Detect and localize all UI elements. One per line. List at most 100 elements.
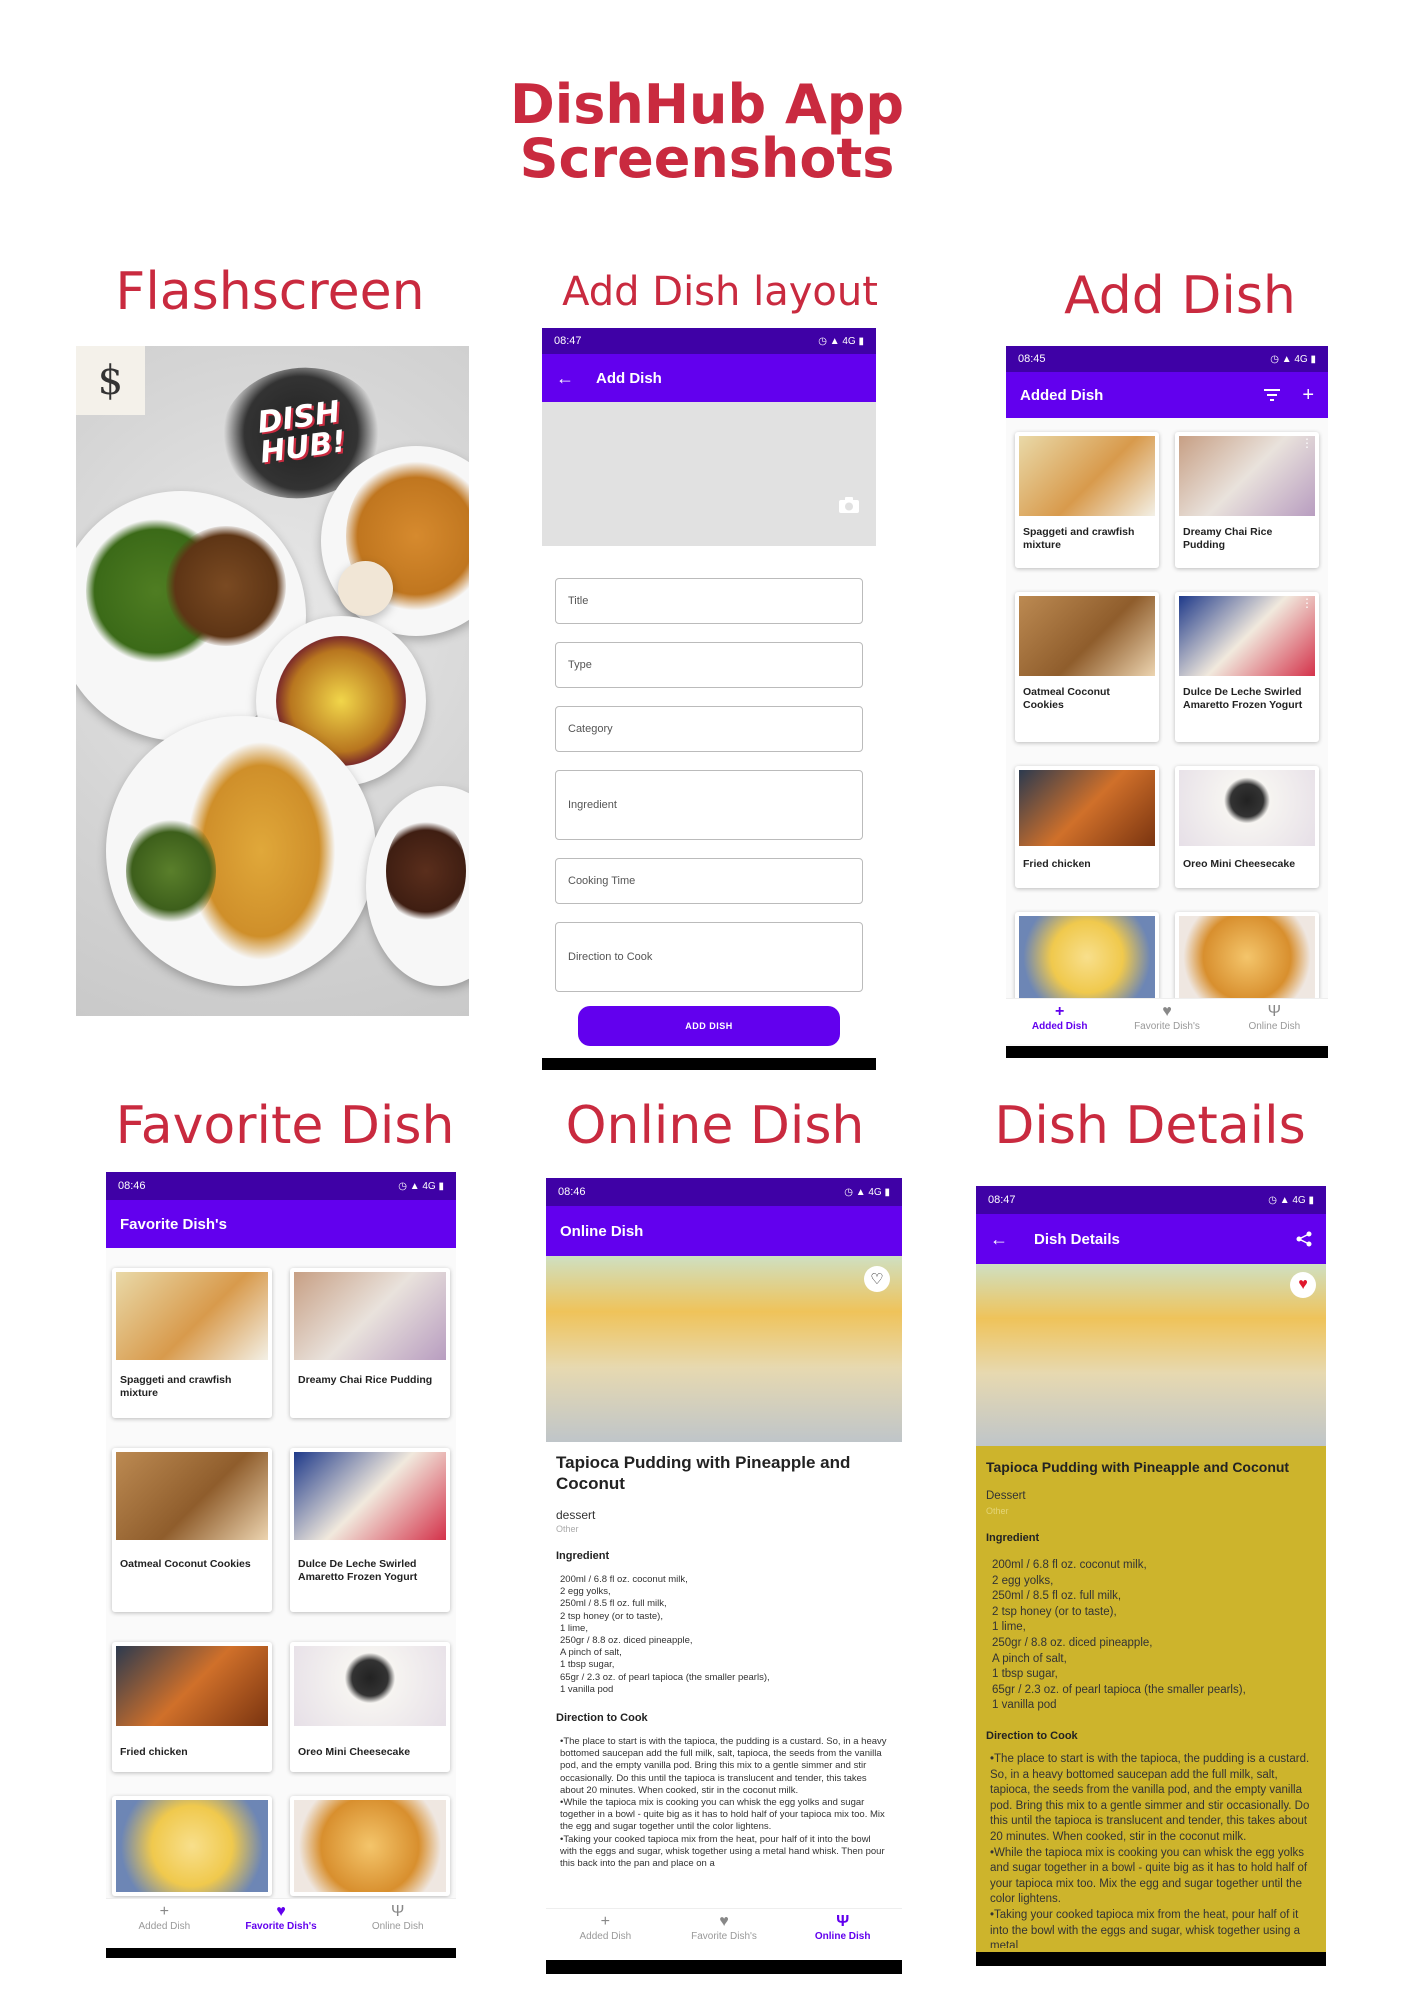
- cooking-time-field[interactable]: Cooking Time: [555, 858, 863, 904]
- dish-card[interactable]: Spaggeti and crawfish mixture: [1015, 432, 1159, 568]
- dish-card[interactable]: Oatmeal Coconut Cookies: [112, 1448, 272, 1612]
- salad-food: [126, 816, 216, 926]
- status-icons: ◷ ▲ 4G ▮: [398, 1180, 444, 1192]
- dish-card[interactable]: Oreo Mini Cheesecake: [1175, 766, 1319, 888]
- toolbar-title: Added Dish: [1020, 386, 1104, 404]
- dish-title: Fried chicken: [1023, 858, 1091, 870]
- filter-icon[interactable]: [1264, 389, 1281, 401]
- dish-card[interactable]: [112, 1796, 272, 1896]
- add-icon[interactable]: +: [1302, 384, 1314, 407]
- dish-card[interactable]: Spaggeti and crawfish mixture: [112, 1268, 272, 1418]
- more-vert-icon[interactable]: ⋮: [1301, 597, 1313, 609]
- add-dish-layout-screen: 08:47 ◷ ▲ 4G ▮ ← Add Dish Title Type Cat…: [542, 328, 876, 1070]
- category-field[interactable]: Category: [555, 706, 863, 752]
- nav-added-dish[interactable]: + Added Dish: [1006, 999, 1113, 1044]
- added-dish-screen: 08:45 ◷ ▲ 4G ▮ Added Dish + Spaggeti and…: [1006, 346, 1328, 1058]
- status-time: 08:45: [1018, 353, 1046, 365]
- dish-card[interactable]: Dulce De Leche Swirled Amaretto Frozen Y…: [290, 1448, 450, 1612]
- bottom-navigation: + Added Dish ♥ Favorite Dish's Ψ Online Dis…: [1006, 998, 1328, 1044]
- dish-card[interactable]: Fried chicken: [1015, 766, 1159, 888]
- toolbar: ← Dish Details: [976, 1214, 1326, 1264]
- dish-image: [1179, 770, 1315, 846]
- toolbar: Added Dish +: [1006, 372, 1328, 418]
- dish-details-screen: 08:47 ◷ ▲ 4G ▮ ← Dish Details ♥ Tapioca …: [976, 1186, 1326, 1966]
- sliced-meat-food: [386, 816, 466, 926]
- camera-icon[interactable]: [838, 496, 860, 514]
- system-nav-bar: [106, 1948, 456, 1958]
- dish-title: Dreamy Chai Rice Pudding: [1183, 526, 1273, 551]
- ingredient-heading: Ingredient: [556, 1550, 610, 1562]
- dish-hero-image: ♡: [546, 1256, 902, 1442]
- dish-title: Spaggeti and crawfish mixture: [1023, 526, 1135, 551]
- nav-label: Favorite Dish's: [691, 1931, 757, 1942]
- dish-title: Oatmeal Coconut Cookies: [1023, 686, 1110, 711]
- heart-icon[interactable]: ♡: [864, 1266, 890, 1292]
- add-dish-button[interactable]: ADD DISH: [578, 1006, 840, 1046]
- section-label-add-dish: Add Dish: [1064, 266, 1296, 326]
- nav-favorite-dish[interactable]: ♥ Favorite Dish's: [665, 1909, 784, 1960]
- dish-card[interactable]: Fried chicken: [112, 1642, 272, 1772]
- dish-image: [116, 1646, 268, 1726]
- dish-image: [116, 1800, 268, 1892]
- nav-added-dish[interactable]: + Added Dish: [106, 1899, 223, 1948]
- dish-title: Dulce De Leche Swirled Amaretto Frozen Y…: [1183, 686, 1303, 711]
- title-line-2: Screenshots: [519, 127, 895, 190]
- dish-card[interactable]: Oatmeal Coconut Cookies: [1015, 592, 1159, 742]
- dip-bowl: [338, 561, 393, 616]
- dish-image: [1019, 916, 1155, 998]
- status-bar: 08:47 ◷ ▲ 4G ▮: [542, 328, 876, 354]
- nav-label: Online Dish: [814, 1931, 871, 1942]
- status-icons: ◷ ▲ 4G ▮: [1270, 353, 1316, 365]
- dish-card[interactable]: Oreo Mini Cheesecake: [290, 1642, 450, 1772]
- ingredient-field[interactable]: Ingredient: [555, 770, 863, 840]
- nav-label: Added Dish: [579, 1931, 632, 1942]
- direction-field[interactable]: Direction to Cook: [555, 922, 863, 992]
- direction-text: •The place to start is with the tapioca,…: [560, 1736, 887, 1870]
- nav-favorite-dish[interactable]: ♥ Favorite Dish's: [223, 1899, 340, 1948]
- nav-online-dish[interactable]: Ψ Online Dish: [1221, 999, 1328, 1044]
- online-dish-screen: 08:46 ◷ ▲ 4G ▮ Online Dish ♡ Tapioca Pud…: [546, 1178, 902, 1974]
- dish-category: Other: [556, 1524, 579, 1534]
- dish-image-placeholder[interactable]: [542, 402, 876, 546]
- heart-icon[interactable]: ♥: [1290, 1272, 1316, 1298]
- dish-card[interactable]: Dreamy Chai Rice Pudding: [290, 1268, 450, 1418]
- status-bar: 08:45 ◷ ▲ 4G ▮: [1006, 346, 1328, 372]
- bottom-navigation: + Added Dish ♥ Favorite Dish's Ψ Online Dis…: [106, 1898, 456, 1948]
- dish-card[interactable]: ⋮ Dreamy Chai Rice Pudding: [1175, 432, 1319, 568]
- status-bar: 08:46 ◷ ▲ 4G ▮: [546, 1178, 902, 1206]
- dish-card[interactable]: ⋮ Dulce De Leche Swirled Amaretto Frozen…: [1175, 592, 1319, 742]
- section-label-favorite-dish: Favorite Dish: [115, 1096, 455, 1156]
- title-field[interactable]: Title: [555, 578, 863, 624]
- nav-online-dish[interactable]: Ψ Online Dish: [339, 1899, 456, 1948]
- section-label-add-dish-layout: Add Dish layout: [562, 269, 878, 315]
- more-vert-icon[interactable]: ⋮: [1301, 437, 1313, 449]
- toolbar: Favorite Dish's: [106, 1200, 456, 1248]
- dish-title: Fried chicken: [120, 1746, 188, 1758]
- status-time: 08:46: [558, 1186, 586, 1198]
- back-arrow-icon[interactable]: ←: [990, 1229, 1008, 1250]
- dish-title: Dulce De Leche Swirled Amaretto Frozen Y…: [298, 1558, 418, 1583]
- status-icons: ◷ ▲ 4G ▮: [844, 1186, 890, 1198]
- system-nav-bar: [976, 1952, 1326, 1966]
- direction-heading: Direction to Cook: [986, 1730, 1078, 1742]
- dish-image: [294, 1452, 446, 1540]
- flashscreen-image: $ DISH HUB!: [76, 346, 469, 1016]
- dish-card[interactable]: [1015, 912, 1159, 1002]
- dish-image: [1019, 596, 1155, 676]
- dish-title: Oatmeal Coconut Cookies: [120, 1558, 251, 1570]
- nav-added-dish[interactable]: + Added Dish: [546, 1909, 665, 1960]
- nav-label: Added Dish: [1031, 1021, 1088, 1032]
- nav-online-dish[interactable]: Ψ Online Dish: [783, 1909, 902, 1960]
- logo-glyph: $: [97, 357, 124, 404]
- dish-card[interactable]: [290, 1796, 450, 1896]
- section-label-online-dish: Online Dish: [565, 1096, 865, 1156]
- nav-favorite-dish[interactable]: ♥ Favorite Dish's: [1113, 999, 1220, 1044]
- restaurant-icon: Ψ: [390, 1903, 405, 1920]
- type-field[interactable]: Type: [555, 642, 863, 688]
- toolbar-title: Dish Details: [1034, 1230, 1120, 1248]
- restaurant-icon: Ψ: [1267, 1003, 1281, 1020]
- dish-card[interactable]: [1175, 912, 1319, 1002]
- share-icon[interactable]: [1296, 1231, 1312, 1247]
- back-arrow-icon[interactable]: ←: [556, 368, 574, 389]
- heart-icon: ♥: [719, 1913, 729, 1930]
